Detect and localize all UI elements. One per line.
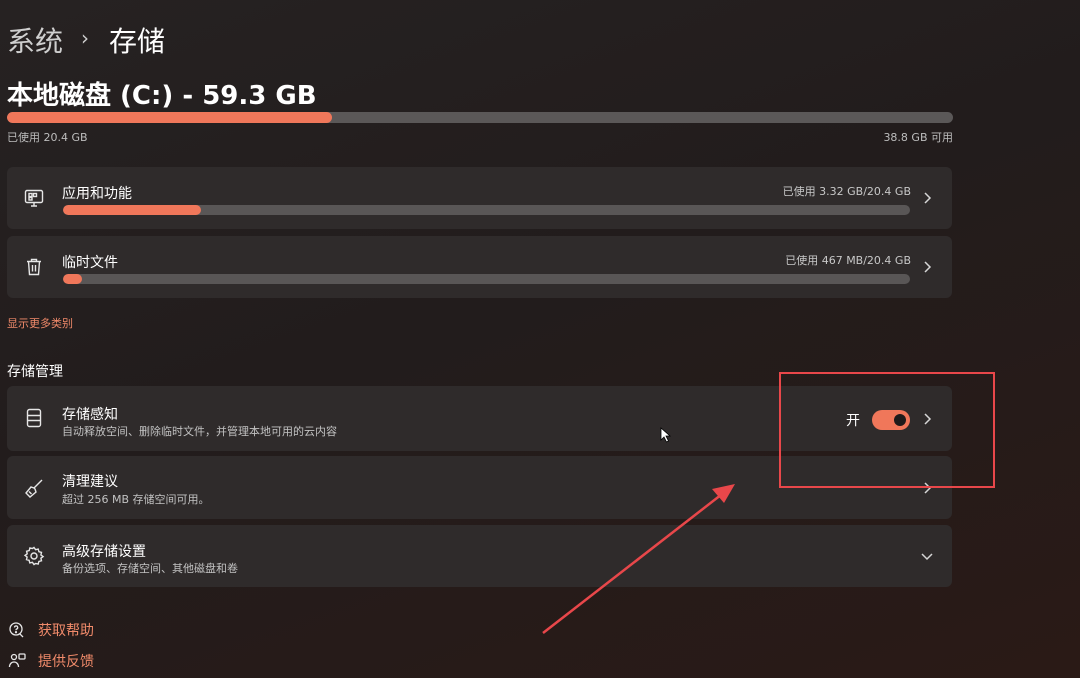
give-feedback-link[interactable]: 提供反馈 [7,651,94,671]
help-chat-icon [7,620,27,640]
get-help-label: 获取帮助 [38,623,94,639]
feedback-icon [7,651,27,671]
annotation-arrow [542,484,735,634]
mouse-cursor-icon [660,427,672,443]
give-feedback-label: 提供反馈 [38,654,94,670]
get-help-link[interactable]: 获取帮助 [7,620,94,640]
